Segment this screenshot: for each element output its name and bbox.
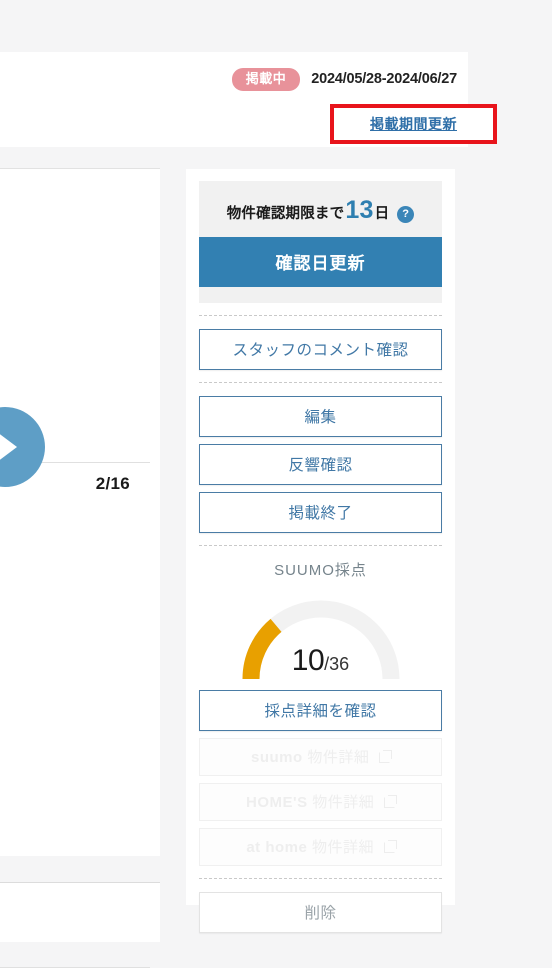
external-link-icon: [383, 840, 397, 853]
athome-property-detail-button-disabled: at home 物件詳細: [199, 828, 442, 866]
app-root: 掲載中 2024/05/28-2024/06/27 掲載期間更新 2/16 物件…: [0, 0, 552, 968]
separator-dashed-4: [199, 878, 442, 879]
renew-period-link[interactable]: 掲載期間更新: [370, 114, 457, 134]
staff-comment-button[interactable]: スタッフのコメント確認: [199, 329, 442, 370]
side-panel-inner: 物件確認期限まで 13 日 ? 確認日更新 スタッフのコメント確認 編集 反響確認 …: [199, 181, 442, 933]
renew-period-highlight-box: 掲載期間更新: [330, 104, 497, 144]
update-confirmation-date-button[interactable]: 確認日更新: [199, 237, 442, 287]
suumo-score-value: 10/36: [231, 644, 411, 678]
deadline-suffix-label: 日: [374, 206, 390, 222]
homes-property-detail-button-disabled: HOME'S 物件詳細: [199, 783, 442, 821]
listing-side-panel: 物件確認期限まで 13 日 ? 確認日更新 スタッフのコメント確認 編集 反響確認 …: [186, 169, 455, 933]
confirmation-deadline-text: 物件確認期限まで 13 日 ?: [227, 198, 415, 224]
listing-period-text: 2024/05/28-2024/06/27: [311, 71, 457, 88]
athome-detail-label: 物件詳細: [312, 839, 375, 856]
status-badge: 掲載中: [231, 68, 301, 91]
left-content-card-secondary: [0, 882, 160, 942]
suumo-score-title: SUUMO採点: [274, 562, 367, 579]
listing-status-row: 掲載中 2024/05/28-2024/06/27: [231, 68, 457, 91]
edit-button[interactable]: 編集: [199, 396, 442, 437]
confirmation-deadline-box: 物件確認期限まで 13 日 ? 確認日更新: [199, 181, 442, 303]
help-icon[interactable]: ?: [397, 206, 415, 223]
chevron-right-icon: [0, 430, 23, 464]
separator-dashed-2: [199, 382, 442, 383]
inquiry-check-button[interactable]: 反響確認: [199, 444, 442, 485]
score-denominator: /36: [324, 654, 350, 674]
deadline-prefix-label: 物件確認期限まで: [226, 206, 345, 222]
left-content-card: 2/16: [0, 168, 160, 968]
suumo-score-gauge: 10/36: [231, 584, 411, 684]
suumo-detail-label: 物件詳細: [307, 749, 370, 766]
score-detail-button[interactable]: 採点詳細を確認: [199, 690, 442, 731]
end-listing-button[interactable]: 掲載終了: [199, 492, 442, 533]
homes-brand-label: HOME'S: [246, 794, 308, 811]
external-link-icon: [379, 750, 393, 763]
athome-brand-label: at home: [246, 839, 308, 856]
suumo-brand-label: suumo: [250, 749, 303, 766]
suumo-property-detail-button-disabled: suumo 物件詳細: [199, 738, 442, 776]
external-link-icon: [383, 795, 397, 808]
score-numerator: 10: [291, 644, 325, 677]
homes-detail-label: 物件詳細: [312, 794, 375, 811]
pager-count: 2/16: [95, 474, 130, 493]
separator-dashed-1: [199, 315, 442, 316]
separator-dashed-3: [199, 545, 442, 546]
deadline-days-value: 13: [345, 196, 374, 224]
